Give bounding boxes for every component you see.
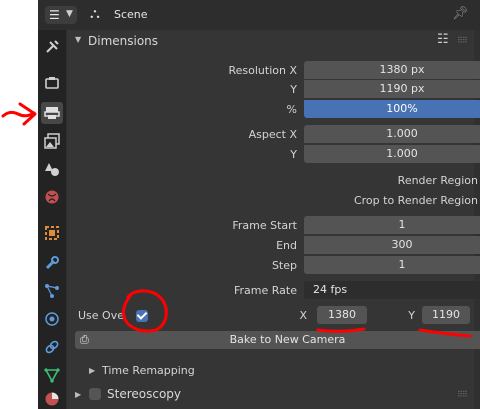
properties-editor: ☰ ▼ ⛬ Scene 📌︎ ▼ Dimensions ☷ ⠿⠿ Resolut… bbox=[38, 0, 480, 409]
properties-tab-bar bbox=[38, 30, 66, 409]
tab-modifiers[interactable] bbox=[41, 252, 63, 274]
properties-panel: ▼ Dimensions ☷ ⠿⠿ Resolution X 1380 px Y… bbox=[67, 30, 480, 409]
tab-render[interactable] bbox=[41, 72, 63, 94]
camera-back-icon bbox=[45, 77, 59, 89]
orbit-icon bbox=[45, 312, 59, 326]
stereoscopy-title[interactable]: Stereoscopy bbox=[107, 387, 181, 401]
tab-constraints[interactable] bbox=[41, 336, 63, 358]
frame-end-label: End bbox=[276, 239, 297, 252]
use-override-checkbox[interactable] bbox=[136, 310, 148, 322]
tab-object[interactable] bbox=[41, 222, 63, 244]
tab-world[interactable] bbox=[41, 186, 63, 208]
pin-icon[interactable]: 📌︎ bbox=[452, 6, 469, 21]
tab-scene[interactable] bbox=[41, 158, 63, 180]
properties-editor-icon: ☰ bbox=[49, 8, 60, 22]
frame-rate-dropdown[interactable]: 24 fps ▼ bbox=[304, 281, 480, 299]
dimensions-title: Dimensions bbox=[88, 34, 159, 48]
editor-type-button[interactable]: ☰ ▼ bbox=[45, 6, 77, 24]
aspect-y-field[interactable]: 1.000 bbox=[304, 145, 480, 163]
tab-particles[interactable] bbox=[41, 280, 63, 302]
wrench-blue-icon bbox=[45, 256, 59, 270]
frame-step-label: Step bbox=[271, 259, 297, 272]
link-icon bbox=[45, 340, 59, 354]
chevron-down-icon: ▼ bbox=[66, 9, 73, 19]
frame-start-field[interactable]: 1 bbox=[304, 216, 480, 234]
aspect-y-label: Y bbox=[290, 148, 297, 161]
red-arrow-annotation bbox=[1, 110, 36, 118]
frame-step-field[interactable]: 1 bbox=[304, 256, 480, 274]
collapsed-arrow-icon[interactable]: ▶ bbox=[75, 390, 81, 399]
red-arrow-head-annotation bbox=[18, 102, 37, 126]
tab-material[interactable] bbox=[41, 388, 63, 409]
tab-data[interactable] bbox=[41, 364, 63, 386]
use-override-label: Use Ove bbox=[78, 309, 124, 322]
dimensions-header[interactable]: ▼ Dimensions ☷ ⠿⠿ bbox=[67, 30, 474, 52]
stereoscopy-checkbox[interactable] bbox=[89, 388, 101, 400]
images-icon bbox=[44, 133, 60, 149]
scene-icon: ⛬ bbox=[90, 6, 100, 22]
frame-end-field[interactable]: 300 bbox=[304, 236, 480, 254]
printer-icon bbox=[44, 107, 60, 119]
frame-rate-value: 24 fps bbox=[313, 283, 348, 296]
bake-to-new-camera-button[interactable]: ⎙ Bake to New Camera bbox=[75, 331, 480, 349]
time-remapping-title[interactable]: Time Remapping bbox=[102, 364, 195, 377]
override-y-label: Y bbox=[408, 309, 415, 322]
triangle-green-icon bbox=[44, 368, 60, 383]
nodes-icon bbox=[45, 284, 59, 298]
tab-physics[interactable] bbox=[41, 308, 63, 330]
resolution-x-field[interactable]: 1380 px bbox=[304, 61, 480, 79]
editor-header: ☰ ▼ ⛬ Scene 📌︎ bbox=[38, 0, 480, 30]
render-region-label: Render Region bbox=[397, 174, 478, 187]
square-orange-icon bbox=[45, 226, 59, 240]
frame-start-label: Frame Start bbox=[232, 219, 297, 232]
override-x-field[interactable]: 1380 bbox=[317, 306, 367, 324]
resolution-y-label: Y bbox=[290, 83, 297, 96]
crop-to-render-region-label: Crop to Render Region bbox=[353, 194, 478, 207]
resolution-y-field[interactable]: 1190 px bbox=[304, 80, 480, 98]
bake-to-new-camera-label: Bake to New Camera bbox=[229, 333, 346, 346]
frame-rate-label: Frame Rate bbox=[234, 284, 297, 297]
wrench-screwdriver-icon bbox=[46, 40, 59, 53]
camera-icon: ⎙ bbox=[80, 333, 89, 346]
resolution-percent-slider[interactable]: 100% bbox=[304, 100, 480, 118]
resolution-x-label: Resolution X bbox=[228, 64, 297, 77]
drag-handle-icon[interactable]: ⠿⠿ bbox=[457, 36, 468, 45]
presets-icon[interactable]: ☷ bbox=[437, 32, 449, 47]
resolution-percent-label: % bbox=[286, 103, 297, 116]
globe-icon bbox=[45, 190, 59, 204]
tab-view-layer[interactable] bbox=[41, 130, 63, 152]
cone-sphere-icon bbox=[45, 163, 59, 176]
scene-title: Scene bbox=[114, 8, 148, 21]
tab-output[interactable] bbox=[41, 102, 63, 124]
drag-handle-icon[interactable]: ⠿⠿ bbox=[457, 390, 468, 399]
collapsed-arrow-icon[interactable]: ▶ bbox=[89, 366, 95, 375]
tab-tool[interactable] bbox=[41, 36, 63, 58]
override-x-label: X bbox=[299, 309, 307, 322]
override-y-field[interactable]: 1190 bbox=[422, 306, 470, 324]
aspect-x-field[interactable]: 1.000 bbox=[304, 125, 480, 143]
sphere-red-icon bbox=[45, 392, 59, 406]
aspect-x-label: Aspect X bbox=[248, 128, 297, 141]
expand-arrow-icon: ▼ bbox=[75, 35, 82, 44]
